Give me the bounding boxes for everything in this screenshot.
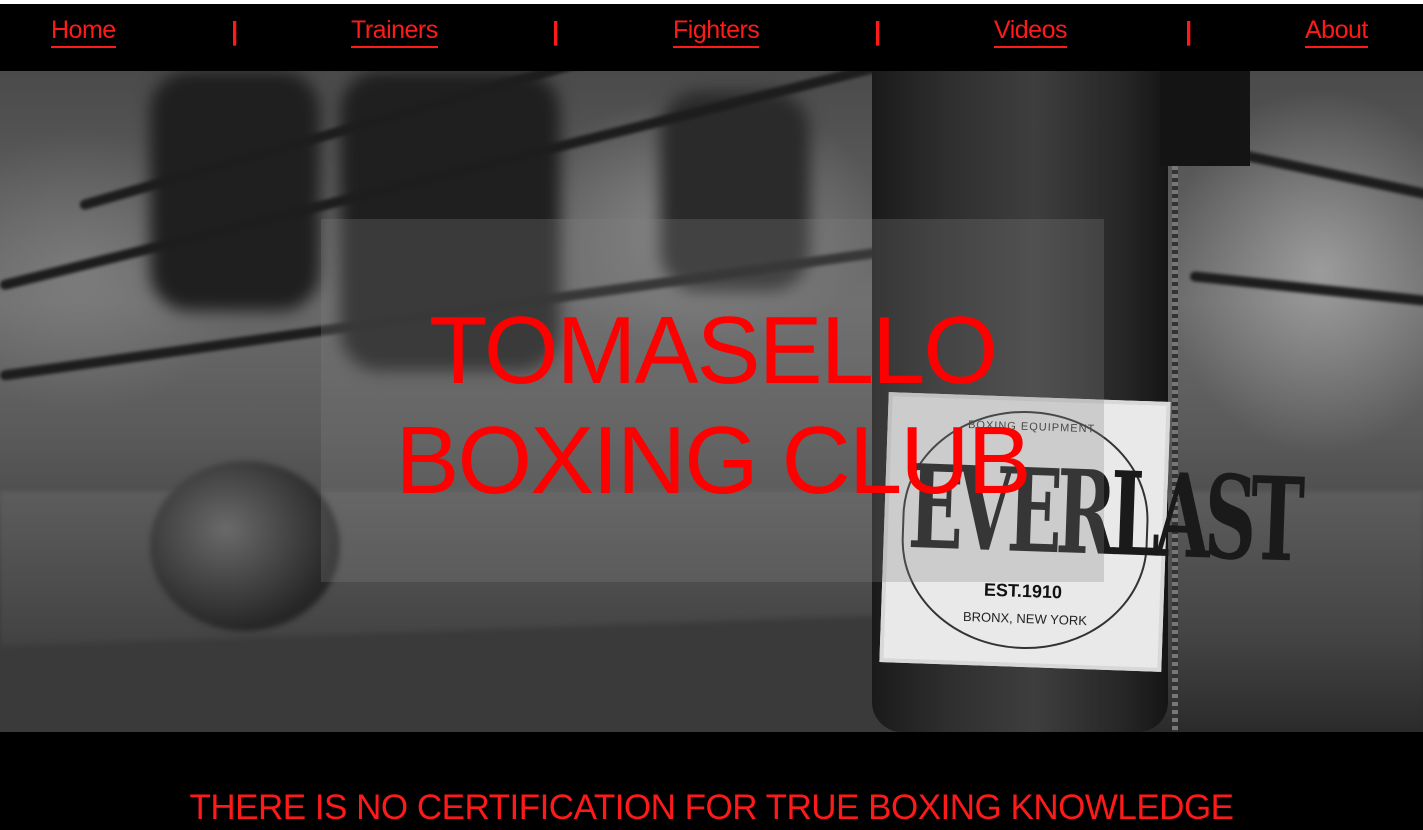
hero-banner: BOXING EQUIPMENT EVERLAST EST.1910 BRONX… (0, 71, 1423, 732)
nav-separator: | (1185, 16, 1193, 46)
nav-videos-link[interactable]: Videos (994, 16, 1068, 48)
nav-trainers-link[interactable]: Trainers (351, 16, 438, 48)
page: Home | Trainers | Fighters | Videos | Ab… (0, 0, 1423, 830)
bag-strap (1160, 71, 1250, 166)
nav-fighters-link[interactable]: Fighters (673, 16, 760, 48)
boxer-silhouette (150, 71, 320, 311)
site-title-line2: BOXING CLUB (395, 407, 1031, 514)
nav-home-link[interactable]: Home (51, 16, 116, 48)
top-nav: Home | Trainers | Fighters | Videos | Ab… (0, 0, 1423, 71)
nav-separator: | (231, 16, 239, 46)
site-title: TOMASELLO BOXING CLUB (321, 296, 1104, 516)
boxing-glove (150, 461, 340, 631)
nav-separator: | (874, 16, 882, 46)
site-title-line1: TOMASELLO (428, 297, 998, 404)
tagline: THERE IS NO CERTIFICATION FOR TRUE BOXIN… (189, 788, 1234, 827)
nav-separator: | (552, 16, 560, 46)
ring-rope (1189, 271, 1423, 307)
nav-about-link[interactable]: About (1305, 16, 1368, 48)
